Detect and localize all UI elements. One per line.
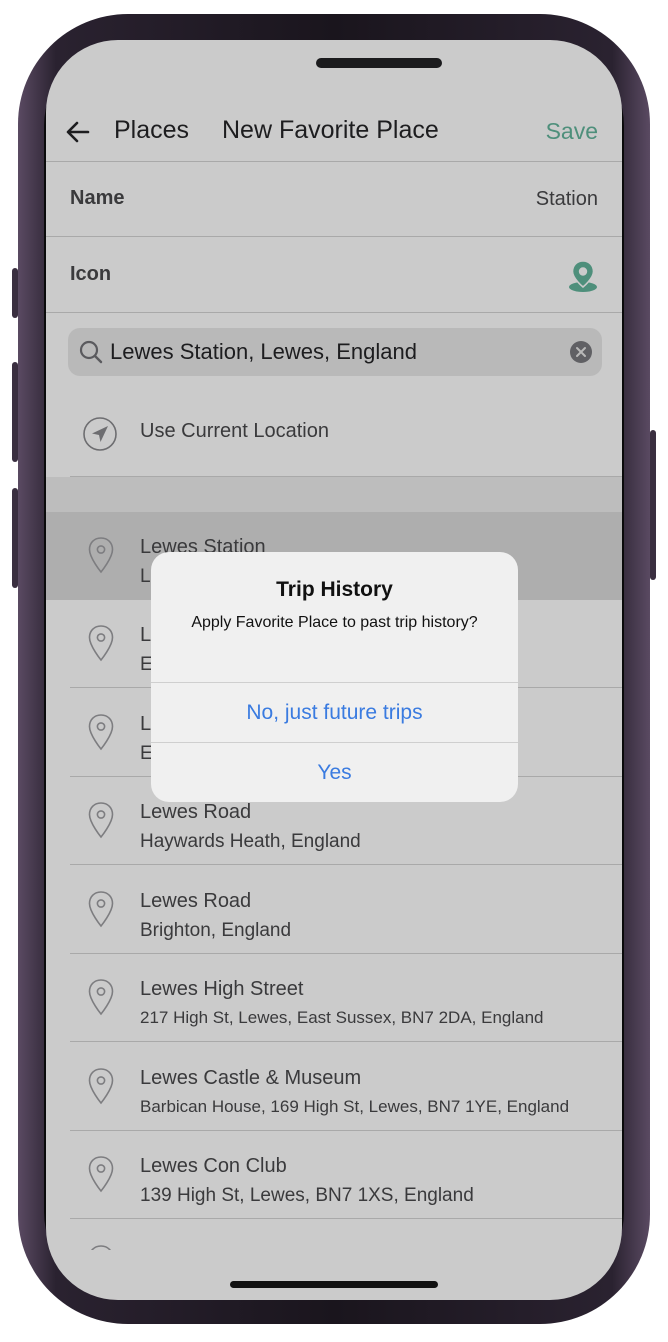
- result-item[interactable]: Lewes Con Club 139 High St, Lewes, BN7 1…: [46, 1131, 622, 1219]
- divider: [46, 312, 622, 313]
- result-subtitle: 217 High St, Lewes, East Sussex, BN7 2DA…: [140, 1008, 544, 1027]
- result-item[interactable]: [46, 1220, 622, 1250]
- power-button: [650, 430, 656, 580]
- map-pin-icon[interactable]: [566, 259, 600, 293]
- result-subtitle: Barbican House, 169 High St, Lewes, BN7 …: [140, 1097, 570, 1116]
- divider: [70, 1218, 622, 1219]
- result-subtitle: L: [140, 566, 151, 587]
- alert-message: Apply Favorite Place to past trip histor…: [191, 614, 478, 631]
- result-item[interactable]: Lewes Castle & Museum Barbican House, 16…: [46, 1043, 622, 1131]
- location-pin-icon: [88, 625, 114, 662]
- result-item[interactable]: Lewes High Street 217 High St, Lewes, Ea…: [46, 954, 622, 1042]
- use-current-location-label: Use Current Location: [140, 420, 329, 442]
- result-title: Lewes Castle & Museum: [140, 1067, 362, 1089]
- trip-history-alert: Trip History Apply Favorite Place to pas…: [151, 552, 518, 802]
- result-title: L: [140, 624, 152, 646]
- future-trips-button[interactable]: No, just future trips: [151, 683, 518, 743]
- home-indicator[interactable]: [230, 1281, 438, 1288]
- location-pin-icon: [88, 802, 114, 839]
- result-title: Lewes Road: [140, 801, 252, 823]
- search-field[interactable]: Lewes Station, Lewes, England: [68, 328, 602, 376]
- save-button[interactable]: Save: [546, 118, 598, 145]
- clear-icon[interactable]: [570, 341, 592, 363]
- name-label: Name: [70, 187, 125, 209]
- divider: [70, 864, 622, 865]
- page-title: New Favorite Place: [222, 116, 439, 144]
- result-title: Lewes Road: [140, 890, 252, 912]
- location-pin-icon: [88, 1068, 114, 1105]
- result-subtitle: Haywards Heath, England: [140, 831, 361, 852]
- result-title: Lewes High Street: [140, 978, 304, 1000]
- icon-label: Icon: [70, 263, 112, 285]
- location-pin-icon: [88, 537, 114, 574]
- navigation-bar: Places New Favorite Place Save: [46, 102, 622, 162]
- yes-button[interactable]: Yes: [151, 743, 518, 802]
- location-pin-icon: [88, 979, 114, 1016]
- name-value[interactable]: Station: [536, 188, 598, 211]
- volume-up-button: [12, 362, 18, 462]
- result-subtitle: 139 High St, Lewes, BN7 1XS, England: [140, 1185, 474, 1206]
- result-subtitle: Brighton, England: [140, 920, 292, 941]
- result-item[interactable]: Lewes Road Brighton, England: [46, 866, 622, 954]
- location-pin-icon: [88, 1156, 114, 1193]
- dynamic-island: [316, 58, 442, 68]
- divider: [46, 236, 622, 237]
- result-title: Lewes Con Club: [140, 1155, 287, 1177]
- alert-title: Trip History: [276, 578, 393, 601]
- location-pin-icon: [88, 891, 114, 928]
- screen: Places New Favorite Place Save Name Stat…: [46, 40, 622, 1300]
- result-title: L: [140, 713, 152, 735]
- divider: [46, 161, 622, 162]
- location-pin-icon: [88, 714, 114, 751]
- search-input[interactable]: Lewes Station, Lewes, England: [110, 339, 417, 365]
- use-current-location-button[interactable]: Use Current Location: [46, 396, 622, 476]
- search-icon: [79, 340, 103, 364]
- location-pin-icon: [91, 1245, 111, 1250]
- section-spacer: [46, 477, 622, 513]
- back-arrow-icon[interactable]: [64, 118, 92, 146]
- divider: [70, 1041, 622, 1042]
- back-button-label[interactable]: Places: [114, 116, 189, 145]
- mute-switch: [12, 268, 18, 318]
- location-arrow-icon: [83, 417, 117, 451]
- volume-down-button: [12, 488, 18, 588]
